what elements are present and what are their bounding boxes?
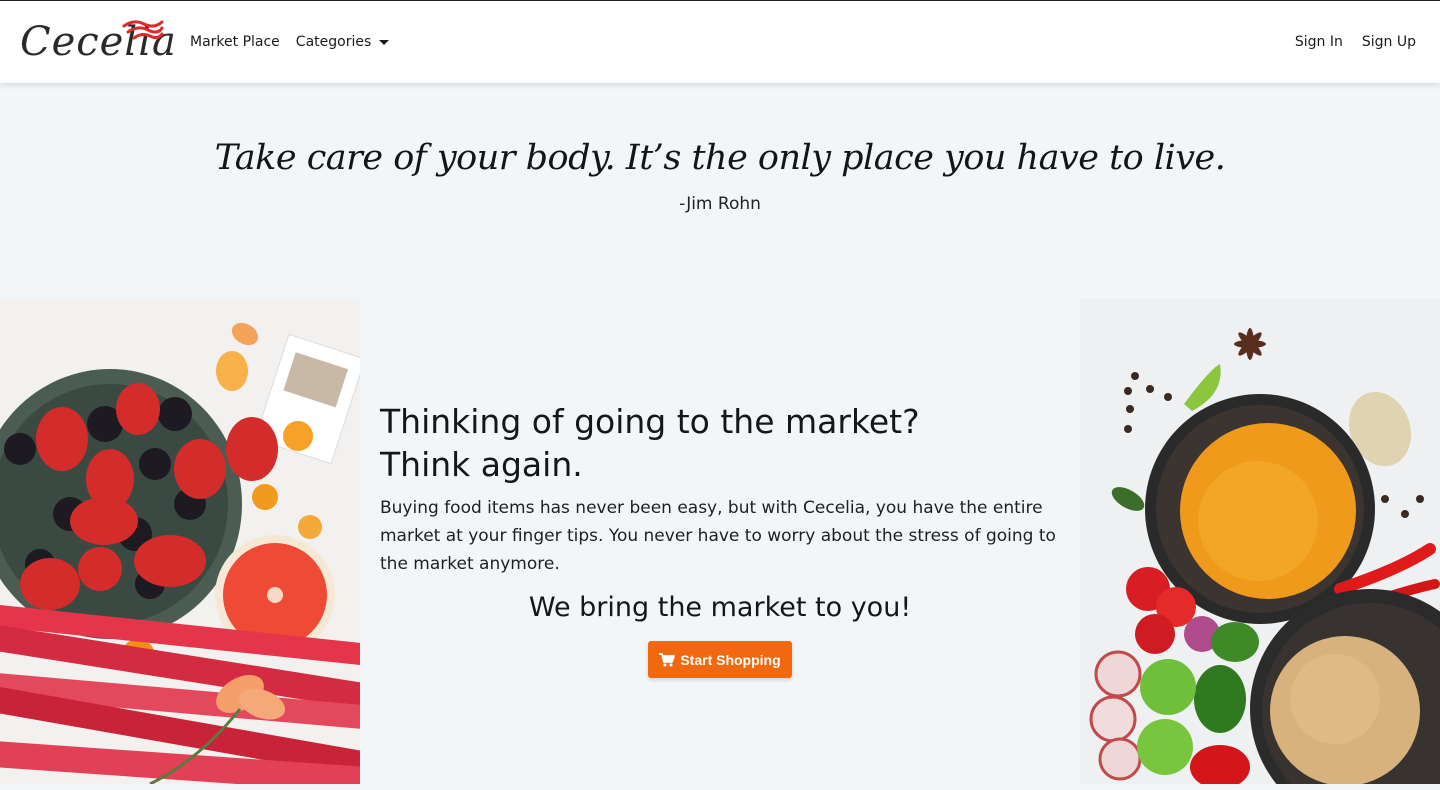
nav-categories-label: Categories bbox=[295, 34, 372, 50]
quote-text: Take care of your body. It’s the only pl… bbox=[214, 138, 1226, 178]
brand-logo[interactable]: Cecelia bbox=[18, 15, 176, 69]
sign-up-link[interactable]: Sign Up bbox=[1362, 34, 1416, 50]
spices-image bbox=[1080, 299, 1440, 784]
start-shopping-button[interactable]: Start Shopping bbox=[648, 641, 792, 678]
nav-marketplace-link[interactable]: Market Place bbox=[190, 34, 280, 50]
start-shopping-label: Start Shopping bbox=[680, 651, 781, 668]
hero-title-line2: Think again. bbox=[380, 445, 583, 484]
logo-wave-icon bbox=[122, 20, 164, 40]
navbar: Cecelia Market Place Categories Sign In … bbox=[0, 1, 1440, 83]
hero-tagline: We bring the market to you! bbox=[528, 592, 912, 623]
hero-description: Buying food items has never been easy, b… bbox=[380, 498, 1056, 574]
sign-in-link[interactable]: Sign In bbox=[1295, 34, 1343, 50]
nav-categories-dropdown[interactable]: Categories bbox=[295, 34, 390, 50]
hero-title-line1: Thinking of going to the market? bbox=[380, 402, 920, 441]
hero-title: Thinking of going to the market? Think a… bbox=[380, 400, 1060, 486]
shopping-cart-icon bbox=[659, 652, 676, 666]
fruit-bowl-image bbox=[0, 299, 360, 784]
caret-down-icon bbox=[379, 39, 390, 45]
quote-author: -Jim Rohn bbox=[679, 194, 761, 214]
